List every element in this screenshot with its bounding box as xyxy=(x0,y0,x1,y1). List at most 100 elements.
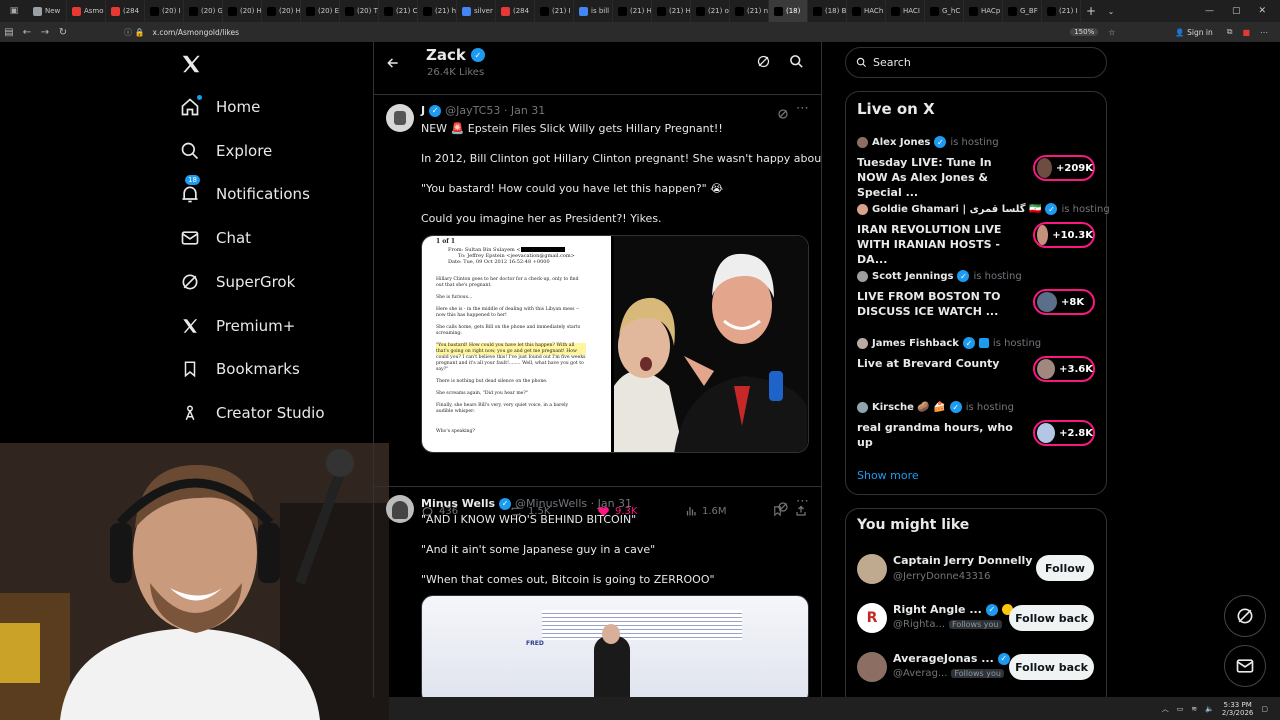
browser-tab[interactable]: Asmo xyxy=(67,0,106,22)
nav-explore[interactable]: Explore xyxy=(180,141,272,161)
live-host[interactable]: Kirsche 🥔 🍰 ✓ is hosting xyxy=(857,401,1014,413)
close-window-icon[interactable]: ✕ xyxy=(1258,6,1266,16)
network-icon[interactable]: ▭ xyxy=(1177,705,1184,713)
post-author[interactable]: Minus Wells ✓ @MinusWells · Jan 31 xyxy=(421,497,632,510)
browser-tab[interactable]: (21) n xyxy=(730,0,769,22)
x-logo[interactable] xyxy=(180,53,202,79)
live-title[interactable]: Tuesday LIVE: Tune In NOW As Alex Jones … xyxy=(857,155,1022,200)
browser-tab[interactable]: (20) I xyxy=(145,0,184,22)
follow-button[interactable]: Follow xyxy=(1036,555,1094,581)
suggestion-avatar[interactable]: R xyxy=(857,603,887,633)
zoom-level[interactable]: 150% xyxy=(1070,28,1099,36)
follow-back-button[interactable]: Follow back xyxy=(1009,605,1094,631)
nav-notifications[interactable]: 18 Notifications xyxy=(180,175,310,204)
notification-center-icon[interactable]: ▢ xyxy=(1261,705,1268,713)
browser-tab[interactable]: is bill xyxy=(574,0,613,22)
site-info-icon[interactable]: ⓘ 🔒 xyxy=(124,27,145,38)
browser-tab[interactable]: (284 xyxy=(106,0,145,22)
nav-creator-studio[interactable]: Creator Studio xyxy=(180,403,325,423)
grok-header-icon[interactable] xyxy=(756,54,771,73)
post-video[interactable]: FRED xyxy=(421,595,809,697)
live-title[interactable]: LIVE FROM BOSTON TO DISCUSS ICE WATCH ..… xyxy=(857,289,1022,319)
clock[interactable]: 5:33 PM 2/3/2026 xyxy=(1222,701,1253,717)
url-text[interactable]: x.com/Asmongold/likes xyxy=(153,28,240,37)
live-title[interactable]: IRAN REVOLUTION LIVE WITH IRANIAN HOSTS … xyxy=(857,222,1022,267)
tray-chevron-icon[interactable]: ︿ xyxy=(1162,704,1169,714)
live-title[interactable]: real grandma hours, who up xyxy=(857,420,1022,450)
suggestion-name-row[interactable]: Right Angle ... ✓ xyxy=(893,603,1013,616)
search-box[interactable]: Search xyxy=(845,47,1107,78)
browser-tab[interactable]: G_hC xyxy=(925,0,964,22)
minimize-icon[interactable]: — xyxy=(1205,6,1214,16)
browser-tab[interactable]: (20) T xyxy=(340,0,379,22)
browser-tab[interactable]: (21) o xyxy=(691,0,730,22)
live-listeners-pill[interactable]: +3.6K xyxy=(1033,356,1095,382)
new-tab-button[interactable]: + xyxy=(1081,4,1101,18)
post-author[interactable]: J ✓ @JayTC53 · Jan 31 xyxy=(421,104,545,117)
live-listeners-pill[interactable]: +10.3K xyxy=(1033,222,1095,248)
suggestion-avatar[interactable] xyxy=(857,652,887,682)
browser-tab[interactable]: (20) H xyxy=(262,0,301,22)
post-avatar[interactable] xyxy=(386,495,414,523)
live-host[interactable]: Goldie Ghamari | گلسا قمری 🇮🇷 ✓ is hosti… xyxy=(857,203,1110,215)
wifi-icon[interactable]: ≋ xyxy=(1191,705,1197,713)
browser-tab[interactable]: (18) B xyxy=(808,0,847,22)
browser-tab[interactable]: HACh xyxy=(847,0,886,22)
browser-tab[interactable]: (20) G xyxy=(184,0,223,22)
messages-fab[interactable] xyxy=(1224,645,1266,687)
sidebar-toggle-icon[interactable]: ▤ xyxy=(0,27,18,38)
tab-search-icon[interactable]: ⌄ xyxy=(1101,7,1121,16)
show-more-link[interactable]: Show more xyxy=(857,469,919,482)
back-button[interactable] xyxy=(386,55,400,74)
volume-icon[interactable]: 🔈 xyxy=(1205,705,1214,713)
browser-tab[interactable]: (21) I xyxy=(1042,0,1081,22)
extensions-icon[interactable]: ⧉ xyxy=(1227,27,1233,37)
suggestion-name[interactable]: Captain Jerry Donnelly xyxy=(893,554,1032,567)
browser-tab[interactable]: G_BF xyxy=(1003,0,1042,22)
browser-tab[interactable]: (20) E xyxy=(301,0,340,22)
nav-premium[interactable]: Premium+ xyxy=(180,316,295,336)
nav-home[interactable]: Home xyxy=(180,95,260,117)
nav-bookmarks[interactable]: Bookmarks xyxy=(180,359,300,379)
more-options-icon[interactable]: ⋯ xyxy=(796,494,809,509)
live-title[interactable]: Live at Brevard County xyxy=(857,356,1022,371)
browser-menu-icon[interactable]: ⋯ xyxy=(1260,28,1268,37)
bookmark-star-icon[interactable]: ☆ xyxy=(1108,28,1115,37)
more-options-icon[interactable]: ⋯ xyxy=(796,101,809,116)
live-listeners-pill[interactable]: +2.8K xyxy=(1033,420,1095,446)
browser-tab[interactable]: (18) xyxy=(769,0,808,22)
live-host[interactable]: Alex Jones ✓ is hosting xyxy=(857,136,999,148)
live-listeners-pill[interactable]: +209K xyxy=(1033,155,1095,181)
live-listeners-pill[interactable]: +8K xyxy=(1033,289,1095,315)
sign-in-button[interactable]: 👤 Sign in xyxy=(1175,28,1212,37)
browser-tab[interactable]: HACI xyxy=(886,0,925,22)
grok-post-icon[interactable] xyxy=(777,498,789,517)
post-avatar[interactable] xyxy=(386,104,414,132)
back-icon[interactable]: ← xyxy=(18,27,36,38)
reload-icon[interactable]: ↻ xyxy=(54,27,72,38)
extension-icon[interactable]: ■ xyxy=(1242,28,1250,37)
post-card[interactable]: J ✓ @JayTC53 · Jan 31 ⋯ NEW 🚨 Epstein Fi… xyxy=(374,95,821,517)
search-header-icon[interactable] xyxy=(789,54,804,73)
browser-tab[interactable]: HACp xyxy=(964,0,1003,22)
browser-tab[interactable]: (21) C xyxy=(379,0,418,22)
follow-back-button[interactable]: Follow back xyxy=(1009,654,1094,680)
browser-tab[interactable]: (21) H xyxy=(613,0,652,22)
nav-supergrok[interactable]: SuperGrok xyxy=(180,272,295,292)
tab-menu-icon[interactable]: ▣ xyxy=(0,0,28,22)
forward-icon[interactable]: → xyxy=(36,27,54,38)
browser-tab[interactable]: (21) H xyxy=(652,0,691,22)
browser-tab[interactable]: silver xyxy=(457,0,496,22)
grok-fab[interactable] xyxy=(1224,595,1266,637)
live-host[interactable]: James Fishback ✓ is hosting xyxy=(857,337,1041,349)
live-host[interactable]: Scott Jennings ✓ is hosting xyxy=(857,270,1022,282)
browser-tab[interactable]: (21) h xyxy=(418,0,457,22)
grok-post-icon[interactable] xyxy=(777,105,789,124)
browser-tab[interactable]: (21) I xyxy=(535,0,574,22)
suggestion-avatar[interactable] xyxy=(857,554,887,584)
browser-tab[interactable]: (20) H xyxy=(223,0,262,22)
post-media[interactable]: 1 of 1 From: Sultan Bin Sulayem < To: Je… xyxy=(421,235,809,453)
browser-tab[interactable]: (284 xyxy=(496,0,535,22)
browser-tab[interactable]: New xyxy=(28,0,67,22)
suggestion-name-row[interactable]: AverageJonas ... ✓ xyxy=(893,652,1010,665)
